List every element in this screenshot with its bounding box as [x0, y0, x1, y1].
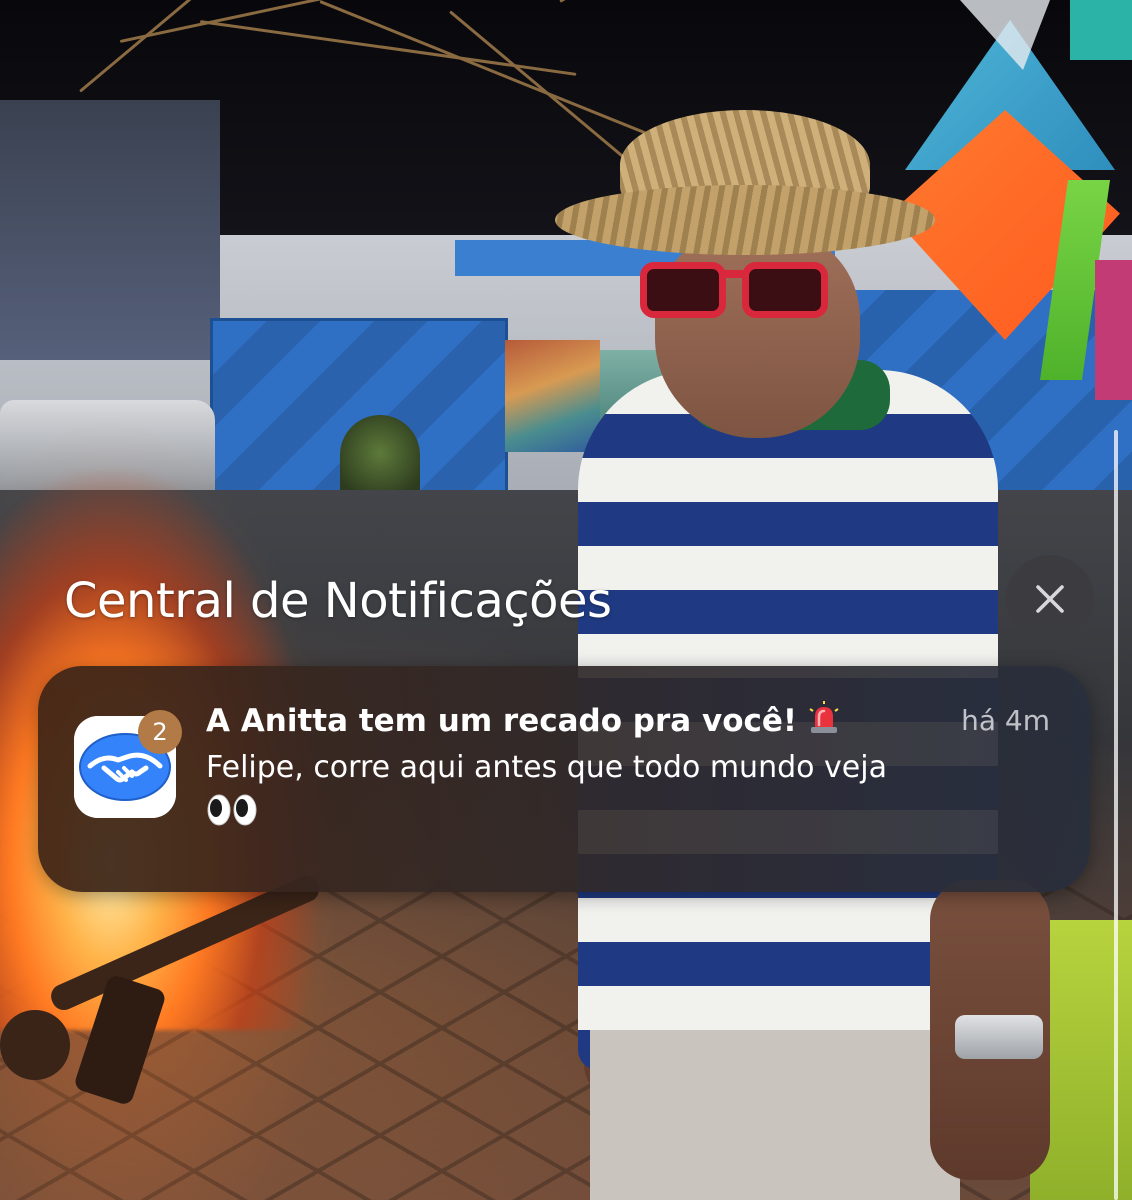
notification-message: Felipe, corre aqui antes que todo mundo …	[206, 750, 887, 785]
scrollbar[interactable]	[1114, 430, 1118, 1200]
badge-count: 2	[138, 710, 182, 754]
notification-header: A Anitta tem um recado pra você! há 4m	[206, 696, 1052, 746]
clear-notifications-button[interactable]	[1006, 555, 1094, 643]
eyes-icon	[206, 793, 258, 827]
notification-card[interactable]: 2 A Anitta tem um recado pra você! há 4m…	[38, 666, 1090, 892]
siren-icon	[807, 701, 841, 735]
notification-time: há 4m	[961, 704, 1050, 737]
close-icon	[1033, 582, 1067, 616]
notification-title: A Anitta tem um recado pra você!	[206, 703, 798, 739]
notification-title-row: A Anitta tem um recado pra você!	[206, 696, 841, 746]
page-title: Central de Notificações	[64, 573, 612, 629]
notification-body: Felipe, corre aqui antes que todo mundo …	[206, 746, 1056, 834]
